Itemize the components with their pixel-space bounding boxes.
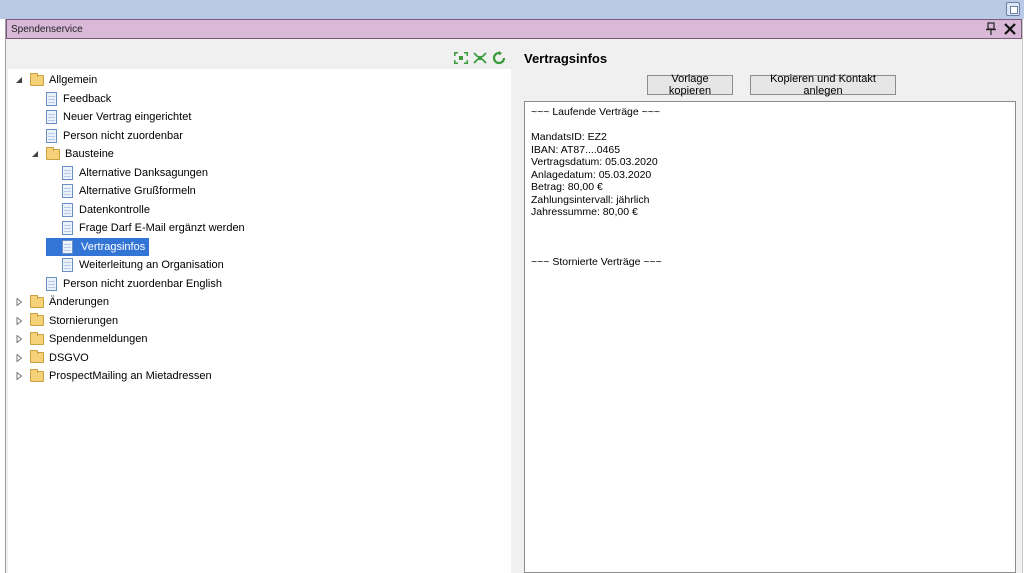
tree-item-label: DSGVO — [49, 351, 89, 364]
tree-item-label: Allgemein — [49, 74, 98, 86]
restore-window-icon[interactable] — [1006, 2, 1020, 16]
tree-item-label: ProspectMailing an Mietadressen — [49, 370, 212, 382]
folder-icon — [46, 146, 60, 160]
collapsed-arrow-icon[interactable] — [14, 371, 24, 381]
tree-item[interactable]: Person nicht zuordenbar — [30, 127, 183, 145]
tree-item-label: Person nicht zuordenbar English — [63, 277, 222, 290]
folder-icon — [30, 350, 44, 363]
tree-folder[interactable]: Bausteine — [30, 145, 114, 163]
content-line: IBAN: AT87....0465 — [531, 143, 621, 156]
tree-item[interactable]: Alternative Grußformeln — [46, 182, 196, 200]
content-line — [531, 244, 1009, 257]
folder-icon — [30, 368, 44, 382]
tree-item-label: Weiterleitung an Organisation — [79, 259, 224, 271]
tree-item-label: Alternative Danksagungen — [79, 166, 209, 179]
document-icon — [62, 165, 73, 180]
content-line: Jahressumme: 80,00 € — [531, 206, 638, 218]
tree-panel[interactable]: Allgemein Feedback Neuer Vertrag eingerich… — [8, 69, 511, 573]
tree-folder[interactable]: Allgemein — [14, 71, 97, 89]
copy-template-button[interactable]: Vorlage kopieren — [647, 73, 733, 97]
tree-item[interactable]: Feedback — [30, 90, 111, 108]
collapsed-arrow-icon[interactable] — [14, 353, 24, 363]
tree-item[interactable]: Alternative Danksagungen — [46, 164, 208, 182]
tree-item-label: Bausteine — [65, 148, 114, 160]
content-line: Anlagedatum: 05.03.2020 — [531, 168, 652, 181]
contract-info-textbox[interactable]: ~~~ Laufende Verträge ~~~ MandatsID: EZ2 I… — [524, 101, 1016, 573]
folder-icon — [30, 331, 44, 345]
tree-item[interactable]: Weiterleitung an Organisation — [46, 256, 224, 274]
panel-title: Spendenservice — [11, 23, 83, 35]
tree-item[interactable]: Vertragsinfos — [46, 237, 150, 256]
content-line: Zahlungsintervall: jährlich — [531, 193, 650, 206]
tree-item-label: Neuer Vertrag eingerichtet — [63, 111, 192, 123]
copy-and-create-contact-button[interactable]: Kopieren und Kontakt anlegen — [750, 73, 896, 97]
tree-item-label: Alternative Grußformeln — [79, 185, 196, 197]
content-line — [531, 119, 1009, 132]
tree-item-label: Person nicht zuordenbar — [63, 129, 183, 142]
close-icon[interactable] — [1003, 22, 1017, 36]
folder-icon — [30, 313, 44, 326]
document-icon — [62, 258, 73, 272]
tree-item-label: Spendenmeldungen — [49, 333, 148, 345]
tree-item-label: Änderungen — [49, 296, 109, 308]
panel-splitter[interactable] — [511, 69, 519, 573]
collapse-all-icon[interactable] — [472, 51, 488, 65]
pin-icon[interactable] — [985, 22, 997, 36]
expand-all-icon[interactable] — [453, 51, 469, 65]
content-line: Betrag: 80,00 € — [531, 181, 603, 193]
document-icon — [46, 276, 57, 291]
tree-folder[interactable]: ProspectMailing an Mietadressen — [14, 367, 212, 385]
tree-item-label: Feedback — [63, 92, 112, 105]
top-strip — [0, 0, 1024, 19]
collapsed-arrow-icon[interactable] — [14, 297, 24, 307]
content-line: MandatsID: EZ2 — [531, 131, 607, 143]
document-icon — [62, 239, 73, 254]
tree-folder[interactable]: Änderungen — [14, 293, 109, 311]
tree-toolbar — [453, 51, 507, 65]
panel-titlebar: Spendenservice — [6, 19, 1022, 39]
expanded-arrow-icon[interactable] — [30, 149, 40, 159]
folder-icon — [30, 72, 44, 86]
refresh-icon[interactable] — [491, 51, 507, 65]
tree-item-label: Datenkontrolle — [79, 203, 150, 216]
collapsed-arrow-icon[interactable] — [14, 316, 24, 326]
collapsed-arrow-icon[interactable] — [14, 334, 24, 344]
document-icon — [46, 128, 57, 143]
tree-folder[interactable]: Stornierungen — [14, 312, 118, 330]
expanded-arrow-icon[interactable] — [14, 75, 24, 85]
document-icon — [62, 221, 73, 235]
folder-icon — [30, 294, 44, 308]
document-icon — [62, 202, 73, 217]
tree-item-label: Frage Darf E-Mail ergänzt werden — [79, 222, 245, 234]
content-line: Vertragsdatum: 05.03.2020 — [531, 156, 658, 168]
details-title: Vertragsinfos — [524, 51, 608, 66]
tree-item[interactable]: Person nicht zuordenbar English — [30, 275, 222, 293]
tree-folder[interactable]: Spendenmeldungen — [14, 330, 147, 348]
tree-folder[interactable]: DSGVO — [14, 349, 89, 367]
content-line — [531, 231, 1009, 244]
tree-item[interactable]: Datenkontrolle — [46, 201, 150, 219]
tree-item[interactable]: Neuer Vertrag eingerichtet — [30, 108, 191, 126]
document-icon — [62, 184, 73, 198]
content-line — [531, 219, 1009, 232]
tree-item-label: Vertragsinfos — [79, 239, 148, 254]
content-line: ~~~ Stornierte Verträge ~~~ — [531, 256, 662, 268]
tree-item-label: Stornierungen — [49, 314, 119, 327]
tree-item[interactable]: Frage Darf E-Mail ergänzt werden — [46, 219, 245, 237]
spendenservice-panel: Spendenservice Allgemein Feedback Neuer Ve… — [5, 19, 1023, 573]
document-icon — [46, 91, 57, 106]
document-icon — [46, 110, 57, 124]
content-line: ~~~ Laufende Verträge ~~~ — [531, 106, 661, 118]
